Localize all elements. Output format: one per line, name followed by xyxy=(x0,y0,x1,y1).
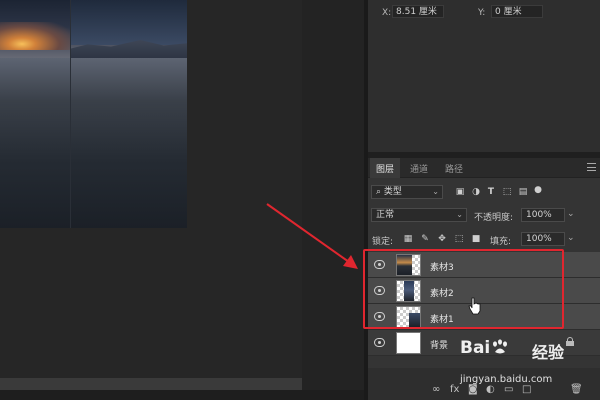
layer-thumbnail xyxy=(396,332,421,354)
tab-paths[interactable]: 路径 xyxy=(445,162,463,175)
image-filter-icon[interactable]: ▣ xyxy=(455,187,465,197)
blend-mode-select[interactable]: 正常 ⌄ xyxy=(371,208,467,222)
eye-icon[interactable] xyxy=(374,338,385,347)
canvas-pasteboard xyxy=(302,0,364,390)
filter-kind-label: 类型 xyxy=(383,187,402,197)
lock-image-icon[interactable]: ✎ xyxy=(420,234,430,244)
opacity-field[interactable]: 100% xyxy=(521,208,565,222)
type-filter-icon[interactable]: T xyxy=(486,187,496,197)
tab-channels[interactable]: 通道 xyxy=(410,162,428,175)
panel-menu-icon[interactable] xyxy=(587,163,596,171)
fill-value: 100% xyxy=(526,234,552,244)
x-label: X: xyxy=(382,8,392,18)
y-position-field[interactable]: 0 厘米 xyxy=(491,5,543,18)
layer-name: 背景 xyxy=(430,341,449,351)
highlight-box xyxy=(363,249,564,329)
fill-label: 填充: xyxy=(490,237,512,247)
lock-row: 锁定: ▦ ✎ ✥ ⬚ ■ 填充: 100% ⌄ xyxy=(368,232,600,248)
fx-icon[interactable]: fx xyxy=(450,384,459,395)
panel-tabs: 图层 通道 路径 xyxy=(368,158,600,178)
opacity-label: 不透明度: xyxy=(474,213,514,223)
x-position-field[interactable]: 8.51 厘米 xyxy=(392,5,444,18)
search-icon: ⌕ xyxy=(376,187,382,197)
blend-row: 正常 ⌄ 不透明度: 100% ⌄ xyxy=(368,208,600,224)
canvas-image xyxy=(0,0,187,228)
y-label: Y: xyxy=(478,8,486,18)
filter-toggle-icon[interactable]: ● xyxy=(533,185,543,195)
layer-filter-row: ⌕ 类型 ⌄ ▣ ◑ T ⬚ ▤ ● xyxy=(368,185,600,201)
fill-chevron-icon[interactable]: ⌄ xyxy=(567,233,575,243)
canvas-scrollbar[interactable] xyxy=(0,378,302,390)
baidu-watermark: Bai 经验 jingyan.baidu.com xyxy=(460,334,600,394)
chevron-down-icon: ⌄ xyxy=(432,187,439,196)
document-canvas[interactable] xyxy=(0,0,302,378)
lock-label: 锁定: xyxy=(372,237,394,247)
fill-field[interactable]: 100% xyxy=(521,232,565,246)
brand-suffix: 经验 xyxy=(532,343,565,362)
lock-position-icon[interactable]: ✥ xyxy=(437,234,447,244)
lock-artboard-icon[interactable]: ⬚ xyxy=(454,234,464,244)
smart-object-filter-icon[interactable]: ▤ xyxy=(518,187,528,197)
baidu-logo: Bai xyxy=(460,338,510,358)
link-icon[interactable]: ∞ xyxy=(432,384,440,395)
adjustment-filter-icon[interactable]: ◑ xyxy=(471,187,481,197)
shape-filter-icon[interactable]: ⬚ xyxy=(502,187,512,197)
tab-layers[interactable]: 图层 xyxy=(370,158,401,178)
watermark-url: jingyan.baidu.com xyxy=(460,374,553,385)
filter-kind-select[interactable]: ⌕ 类型 ⌄ xyxy=(371,185,443,199)
photoshop-window: X: 8.51 厘米 Y: 0 厘米 图层 通道 路径 ⌕ 类型 ⌄ ▣ ◑ T… xyxy=(0,0,600,400)
opacity-chevron-icon[interactable]: ⌄ xyxy=(567,209,575,219)
brand-prefix: Bai xyxy=(460,338,491,358)
chevron-down-icon: ⌄ xyxy=(456,210,463,219)
lock-transparent-icon[interactable]: ▦ xyxy=(403,234,413,244)
blend-mode-value: 正常 xyxy=(376,210,395,220)
properties-panel: X: 8.51 厘米 Y: 0 厘米 xyxy=(368,0,600,152)
lock-all-icon[interactable]: ■ xyxy=(471,234,481,244)
opacity-value: 100% xyxy=(526,210,552,220)
paw-icon xyxy=(493,339,508,354)
